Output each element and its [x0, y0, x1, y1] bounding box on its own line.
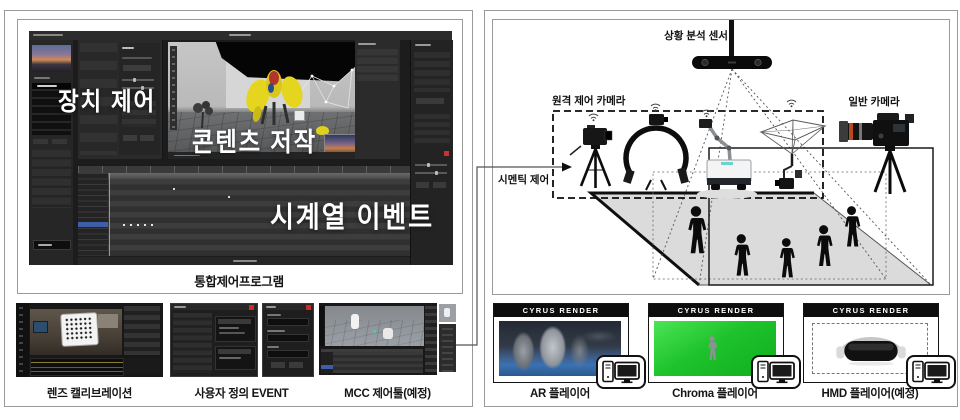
cinema-camera-icon	[839, 113, 914, 194]
sidebar-button-2	[52, 139, 67, 144]
ptz-camera-icon	[570, 125, 612, 188]
caption-user-event: 사용자 정의 EVENT	[168, 385, 315, 401]
system-infographic: 장치 제어 콘텐츠 저작 시계열 이벤트 통합제어프로그램	[0, 0, 960, 420]
editor-title-dash	[229, 34, 251, 36]
editor-sidebar	[30, 40, 73, 265]
caption-integrated-control: 통합제어프로그램	[17, 271, 461, 290]
stage-floor	[591, 193, 931, 285]
pc-monitor-icon	[911, 360, 951, 384]
chroma-figure-icon	[706, 335, 728, 365]
pc-monitor-badge	[596, 355, 646, 389]
mcc-timeline	[321, 349, 423, 373]
white-cube-prop	[294, 110, 305, 121]
label-semantic-control: 시멘틱 제어	[498, 172, 549, 187]
sidebar-button-1	[33, 139, 48, 144]
overlay-content-authoring: 콘텐츠 저작	[192, 122, 317, 159]
timeline-playhead	[109, 173, 110, 256]
label-general-camera: 일반 카메라	[834, 94, 914, 109]
overlay-device-control: 장치 제어	[58, 82, 156, 118]
sidebar-input	[33, 240, 71, 250]
label-remote-cameras: 원격 제어 카메라	[552, 93, 625, 108]
editor-statusbar	[78, 257, 410, 265]
pc-monitor-badge	[751, 355, 801, 389]
preview-thumbnail	[32, 45, 71, 72]
record-dot	[249, 305, 254, 310]
mcc-side-panel	[439, 304, 456, 372]
overlay-timeseries-event: 시계열 이벤트	[270, 194, 434, 236]
spider-cam-icon	[761, 120, 825, 189]
caption-mcc-tool: MCC 제어툴(예정)	[319, 385, 456, 401]
user-event-screenshot-side	[262, 303, 314, 377]
channel-list	[32, 150, 71, 208]
mcc-viewport	[325, 306, 424, 346]
user-event-screenshot-main	[170, 303, 258, 377]
camera-feed	[30, 309, 122, 355]
viewport-left-toolbar	[170, 46, 177, 130]
timeline-ruler	[78, 166, 410, 173]
vr-headset-icon	[831, 327, 911, 371]
ar-player-titlebar: CYRUS RENDER	[494, 304, 628, 317]
mcc-tool-screenshot	[319, 303, 437, 375]
pc-monitor-icon	[601, 360, 641, 384]
ring-rail-camera-icon	[623, 114, 689, 190]
timeline-track-list	[78, 173, 108, 256]
editor-menu-dashes	[33, 34, 63, 36]
sidebar-label-dash	[34, 77, 50, 79]
timeline-selected-track	[78, 222, 108, 227]
lens-calibration-screenshot	[16, 303, 163, 377]
record-dot	[306, 305, 311, 310]
pc-monitor-badge	[906, 355, 956, 389]
pc-monitor-icon	[756, 360, 796, 384]
scene-objects-panel	[355, 40, 400, 159]
robot-arm-camera-icon	[697, 119, 757, 199]
caption-lens-calibration: 렌즈 캘리브레이션	[16, 385, 163, 401]
calibration-graph	[30, 358, 124, 376]
record-indicator	[444, 151, 449, 156]
calibration-board	[60, 312, 99, 347]
label-situation-sensor: 상황 분석 센서	[646, 28, 746, 43]
hmd-player-titlebar: CYRUS RENDER	[804, 304, 938, 317]
studio-diagram	[493, 20, 947, 292]
chroma-player-titlebar: CYRUS RENDER	[649, 304, 783, 317]
